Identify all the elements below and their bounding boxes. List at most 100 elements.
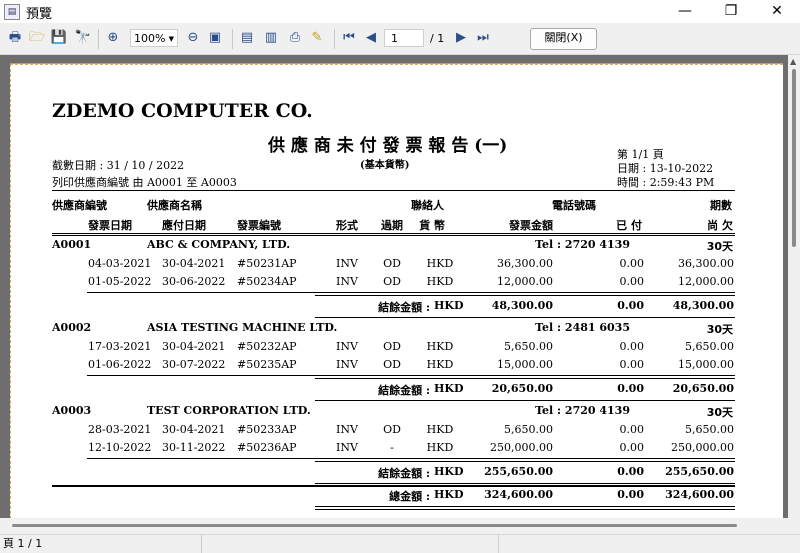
invoice-date: 28-03-2021 xyxy=(88,423,152,436)
col-paid: 已 付 xyxy=(616,219,642,232)
status-page: 頁 1 / 1 xyxy=(0,535,202,553)
currency: HKD xyxy=(426,423,454,436)
horizontal-scrollbar[interactable] xyxy=(0,518,788,534)
edit-icon[interactable]: ✎ xyxy=(308,29,326,47)
invoice-type: INV xyxy=(336,257,358,270)
supplier-terms: 30天 xyxy=(706,240,733,253)
subtotal-balance: 20,650.00 xyxy=(672,382,734,395)
col-contact: 聯絡人 xyxy=(411,199,444,212)
balance-amount: 5,650.00 xyxy=(685,423,734,436)
status-bar: 頁 1 / 1 xyxy=(0,534,800,553)
supplier-phone: Tel : 2481 6035 xyxy=(535,321,630,334)
minimize-button[interactable]: — xyxy=(662,0,708,23)
overdue-flag: OD xyxy=(383,275,401,288)
invoice-number: #50233AP xyxy=(237,423,297,436)
currency: HKD xyxy=(426,358,454,371)
scroll-thumb-horizontal[interactable] xyxy=(12,524,737,527)
grand-total-paid: 0.00 xyxy=(617,488,644,501)
vertical-scrollbar[interactable]: ▲ xyxy=(788,55,800,518)
fit-page-icon[interactable]: ▣ xyxy=(206,29,224,47)
paid-amount: 0.00 xyxy=(619,275,645,288)
first-page-icon[interactable]: ⏮ xyxy=(340,29,358,47)
subtotal-rule xyxy=(315,317,735,318)
col-amount: 發票金額 xyxy=(509,219,553,232)
invoice-amount: 12,000.00 xyxy=(497,275,553,288)
scroll-thumb[interactable] xyxy=(792,69,796,247)
header-rule xyxy=(52,233,735,234)
save-icon[interactable]: 💾 xyxy=(50,29,68,47)
subtotal-rule xyxy=(315,400,735,401)
print-icon[interactable]: 🖶 xyxy=(6,29,24,47)
due-date: 30-04-2021 xyxy=(162,423,226,436)
window-title: 預覽 xyxy=(26,7,53,22)
invoice-amount: 5,650.00 xyxy=(504,340,553,353)
find-icon[interactable]: 🔭 xyxy=(74,29,92,47)
col-due-date: 應付日期 xyxy=(162,219,206,232)
due-date: 30-11-2022 xyxy=(162,441,226,454)
page-number-input[interactable] xyxy=(384,29,424,47)
col-type: 形式 xyxy=(336,219,358,232)
invoice-type: INV xyxy=(336,340,358,353)
col-phone: 電話號碼 xyxy=(552,199,596,212)
previous-page-icon[interactable]: ◀ xyxy=(362,29,380,47)
single-page-icon[interactable]: ▤ xyxy=(238,29,256,47)
grand-total-currency: HKD xyxy=(434,488,464,501)
preview-area[interactable]: ZDEMO COMPUTER CO. 供 應 商 未 付 發 票 報 告 (一) (… xyxy=(0,55,788,518)
last-page-icon[interactable]: ⏭ xyxy=(474,29,492,47)
col-terms: 期數 xyxy=(710,199,732,212)
chevron-down-icon: ▼ xyxy=(168,35,174,43)
scroll-up-icon[interactable]: ▲ xyxy=(790,57,796,66)
next-page-icon[interactable]: ▶ xyxy=(452,29,470,47)
invoice-amount: 5,650.00 xyxy=(504,423,553,436)
balance-amount: 15,000.00 xyxy=(678,358,734,371)
grand-total-label: 總金額 : xyxy=(389,490,430,503)
supplier-phone: Tel : 2720 4139 xyxy=(535,404,630,417)
col-currency: 貨 幣 xyxy=(419,219,445,232)
due-date: 30-07-2022 xyxy=(162,358,226,371)
paid-amount: 0.00 xyxy=(619,441,645,454)
report-title: 供 應 商 未 付 發 票 報 告 (一) xyxy=(268,136,508,156)
invoice-date: 04-03-2021 xyxy=(88,257,152,270)
grand-rule xyxy=(52,485,735,487)
due-date: 30-04-2021 xyxy=(162,257,226,270)
export-icon[interactable]: ⎙ xyxy=(286,29,304,47)
overdue-flag: - xyxy=(390,441,394,454)
overdue-flag: OD xyxy=(383,340,401,353)
cutoff-date: 截數日期 : 31 / 10 / 2022 xyxy=(52,159,185,172)
subtotal-rule xyxy=(315,461,735,462)
subtotal-currency: HKD xyxy=(434,382,464,395)
subtotal-balance: 48,300.00 xyxy=(672,299,734,312)
supplier-terms: 30天 xyxy=(706,406,733,419)
open-folder-icon[interactable]: 🗁 xyxy=(28,29,46,47)
col-invoice-date: 發票日期 xyxy=(88,219,132,232)
grand-rule xyxy=(315,506,735,507)
zoom-in-icon[interactable]: ⊕ xyxy=(104,29,122,47)
close-button[interactable]: 關閉(X) xyxy=(530,28,597,50)
zoom-select[interactable]: 100% ▼ xyxy=(130,29,178,47)
multi-page-icon[interactable]: ▥ xyxy=(262,29,280,47)
invoice-amount: 250,000.00 xyxy=(490,441,553,454)
close-window-button[interactable]: ✕ xyxy=(754,0,800,23)
subtotal-currency: HKD xyxy=(434,299,464,312)
due-date: 30-06-2022 xyxy=(162,275,226,288)
balance-amount: 250,000.00 xyxy=(671,441,734,454)
report-page: ZDEMO COMPUTER CO. 供 應 商 未 付 發 票 報 告 (一) (… xyxy=(10,63,783,518)
invoice-date: 01-06-2022 xyxy=(88,358,152,371)
subtotal-paid: 0.00 xyxy=(617,382,644,395)
overdue-flag: OD xyxy=(383,257,401,270)
invoice-date: 12-10-2022 xyxy=(88,441,152,454)
grand-rule xyxy=(315,509,735,510)
subtotal-amount: 20,650.00 xyxy=(491,382,553,395)
invoice-type: INV xyxy=(336,275,358,288)
report-subtitle: (基本貨幣) xyxy=(360,160,410,171)
paid-amount: 0.00 xyxy=(619,423,645,436)
maximize-button[interactable]: ❐ xyxy=(708,0,754,23)
due-date: 30-04-2021 xyxy=(162,340,226,353)
header-rule xyxy=(52,190,735,191)
col-invoice-no: 發票編號 xyxy=(237,219,281,232)
col-supplier-code: 供應商編號 xyxy=(52,199,107,212)
zoom-out-icon[interactable]: ⊖ xyxy=(184,29,202,47)
invoice-number: #50234AP xyxy=(237,275,297,288)
currency: HKD xyxy=(426,340,454,353)
subtotal-balance: 255,650.00 xyxy=(665,465,734,478)
